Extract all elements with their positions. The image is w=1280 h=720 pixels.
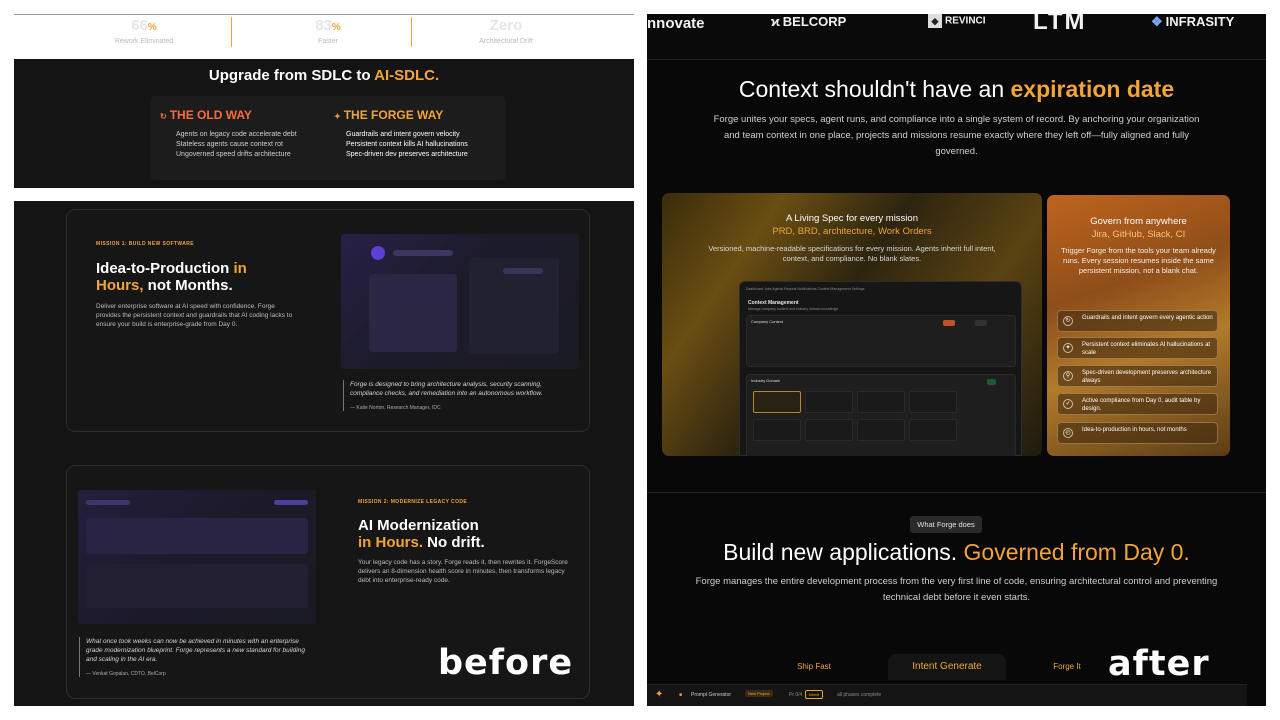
domain-tile [753,419,801,441]
logo-revinci: ◆ REVINCI [928,14,986,28]
context-management-mock: Dashboard Jobs Agents Reports Notificati… [739,281,1022,456]
mission-title: AI Modernization in Hours. No drift. [358,517,485,551]
what-forge-does-pill: What Forge does [910,516,982,533]
mock-button [987,379,997,385]
mock-button [943,320,956,326]
feature-item: ✦ Persistent context eliminates AI halluc… [1057,337,1218,359]
section-divider [647,492,1266,493]
feature-item: ✓ Active compliance from Day 0, audit tab… [1057,393,1218,415]
new-project-badge: New Project [745,690,773,697]
logo-ltm: LTM [1033,14,1087,35]
stat-faster: 83% Faster [315,17,341,45]
guardrail-icon: ↻ [1063,316,1073,326]
domain-tile [753,391,801,413]
after-page: nnovate ϰ BELCORP ◆ REVINCI LTM ❖ INFRASITY… [647,14,1266,706]
living-spec-desc: Versioned, machine-readable specificatio… [708,244,996,263]
domain-tile [805,419,853,441]
old-way-icon: ↻ [160,112,167,121]
context-subtitle: Forge unites your specs, agent runs, and… [713,114,1200,157]
tab-intent-generate[interactable]: Intent Generate [888,654,1006,680]
mock-heading: Context Management [748,300,799,306]
prompt-bar: ✦ ■ Prompt Generator New Project Pr 0/4 … [647,684,1247,706]
build-heading: Build new applications. Governed from Da… [723,539,1190,565]
missions-section: MISSION 1: BUILD NEW SOFTWARE Idea-to-Pr… [14,201,634,706]
list-item: Agents on legacy code accelerate debt [176,131,297,138]
stat-rework: 66% Rework Eliminated [114,17,174,45]
living-spec-highlight: PRD, BRD, architecture, Work Orders [772,226,932,237]
status-text: all phases complete [837,692,882,698]
product-screenshot [78,490,316,624]
shield-icon: ✓ [1063,399,1073,409]
build-subtitle: Forge manages the entire development pro… [695,576,1218,603]
logo-nnovate: nnovate [647,15,705,32]
spark-icon: ✦ [334,112,341,121]
govern-panel: Govern from anywhere Jira, GitHub, Slack… [1047,195,1230,456]
list-item: Ungoverned speed drifts architecture [176,151,291,158]
stat-divider [411,17,412,47]
feature-item: ◴ Idea-to-production in hours, not months [1057,422,1218,444]
domain-tile [909,391,957,413]
domain-tile [909,419,957,441]
stats-strip: 66% Rework Eliminated 83% Faster Zero Ar… [14,14,634,58]
search-icon: ⚲ [1063,371,1073,381]
comparison-card: ↻ THE OLD WAY Agents on legacy code accel… [150,96,506,180]
mission-tag: MISSION 2: MODERNIZE LEGACY CODE [358,499,468,505]
mission-title: Idea-to-Production in Hours, not Months. [96,260,247,294]
customer-logos: nnovate ϰ BELCORP ◆ REVINCI LTM ❖ INFRASITY [647,14,1266,60]
prompt-icon: ■ [679,692,683,698]
intent-badge: Intent [805,690,824,699]
tab-forge-it[interactable]: Forge It [1034,654,1100,680]
clock-icon: ◴ [1063,428,1073,438]
mock-subheading: Manage company context and industry doma… [748,307,839,311]
infrasity-mark-icon: ❖ [1151,14,1163,29]
domain-tile [857,419,905,441]
testimonial: What once took weeks can now be achieved… [79,637,309,677]
prompt-generator-label: Prompt Generator [691,692,732,698]
mission-description: Your legacy code has a story. Forge read… [358,559,568,584]
mission-tag: MISSION 1: BUILD NEW SOFTWARE [96,241,194,247]
feature-item: ↻ Guardrails and intent govern every agen… [1057,310,1218,332]
upgrade-title: Upgrade from SDLC to AI-SDLC. [208,67,440,84]
living-spec-title: A Living Spec for every mission [785,213,918,224]
govern-highlight: Jira, GitHub, Slack, CI [1091,229,1186,240]
mission-description: Deliver enterprise software at AI speed … [96,303,293,328]
tab-ship-fast[interactable]: Ship Fast [772,654,856,680]
industry-domain-box: Industry Domain [746,374,1016,456]
list-item: Stateless agents cause context rot [176,141,284,148]
brain-icon: ✦ [1063,343,1073,353]
feature-item: ⚲ Spec-driven development preserves archi… [1057,365,1218,387]
govern-title: Govern from anywhere [1090,216,1187,227]
domain-tile [857,391,905,413]
mission-1-card: MISSION 1: BUILD NEW SOFTWARE Idea-to-Pr… [66,209,590,432]
domain-tile [805,391,853,413]
revinci-mark-icon: ◆ [928,14,942,28]
product-screenshot [341,234,579,369]
mock-button [975,320,988,326]
logo-infrasity: ❖ INFRASITY [1151,14,1235,29]
belcorp-mark-icon: ϰ [771,14,780,29]
stat-drift: Zero Architectural Drift [479,17,533,45]
logo-belcorp: ϰ BELCORP [771,14,847,29]
comparison-canvas: 66% Rework Eliminated 83% Faster Zero Ar… [0,0,1280,720]
mock-nav: Dashboard Jobs Agents Reports Notificati… [746,287,865,291]
testimonial: Forge is designed to bring architecture … [343,380,573,411]
list-item: Persistent context kills AI hallucinatio… [346,141,468,148]
living-spec-panel: A Living Spec for every mission PRD, BRD… [662,193,1042,456]
list-item: Guardrails and intent govern velocity [346,131,460,138]
stat-divider [231,17,232,47]
context-heading: Context shouldn't have an expiration dat… [738,76,1175,102]
before-label: before [438,643,574,683]
govern-desc: Trigger Forge from the tools your team a… [1061,246,1216,275]
forge-logo-icon: ✦ [655,689,664,700]
company-context-box: Company Context [746,315,1016,367]
forge-way-column: ✦ THE FORGE WAY Guardrails and intent gov… [334,108,468,158]
upgrade-section: Upgrade from SDLC to AI-SDLC. ↻ THE OLD W… [14,59,634,188]
step-indicator: Pr 0/4 [789,692,803,698]
after-label: after [1108,644,1210,684]
list-item: Spec-driven dev preserves architecture [346,151,468,158]
old-way-column: ↻ THE OLD WAY Agents on legacy code accel… [160,108,297,158]
